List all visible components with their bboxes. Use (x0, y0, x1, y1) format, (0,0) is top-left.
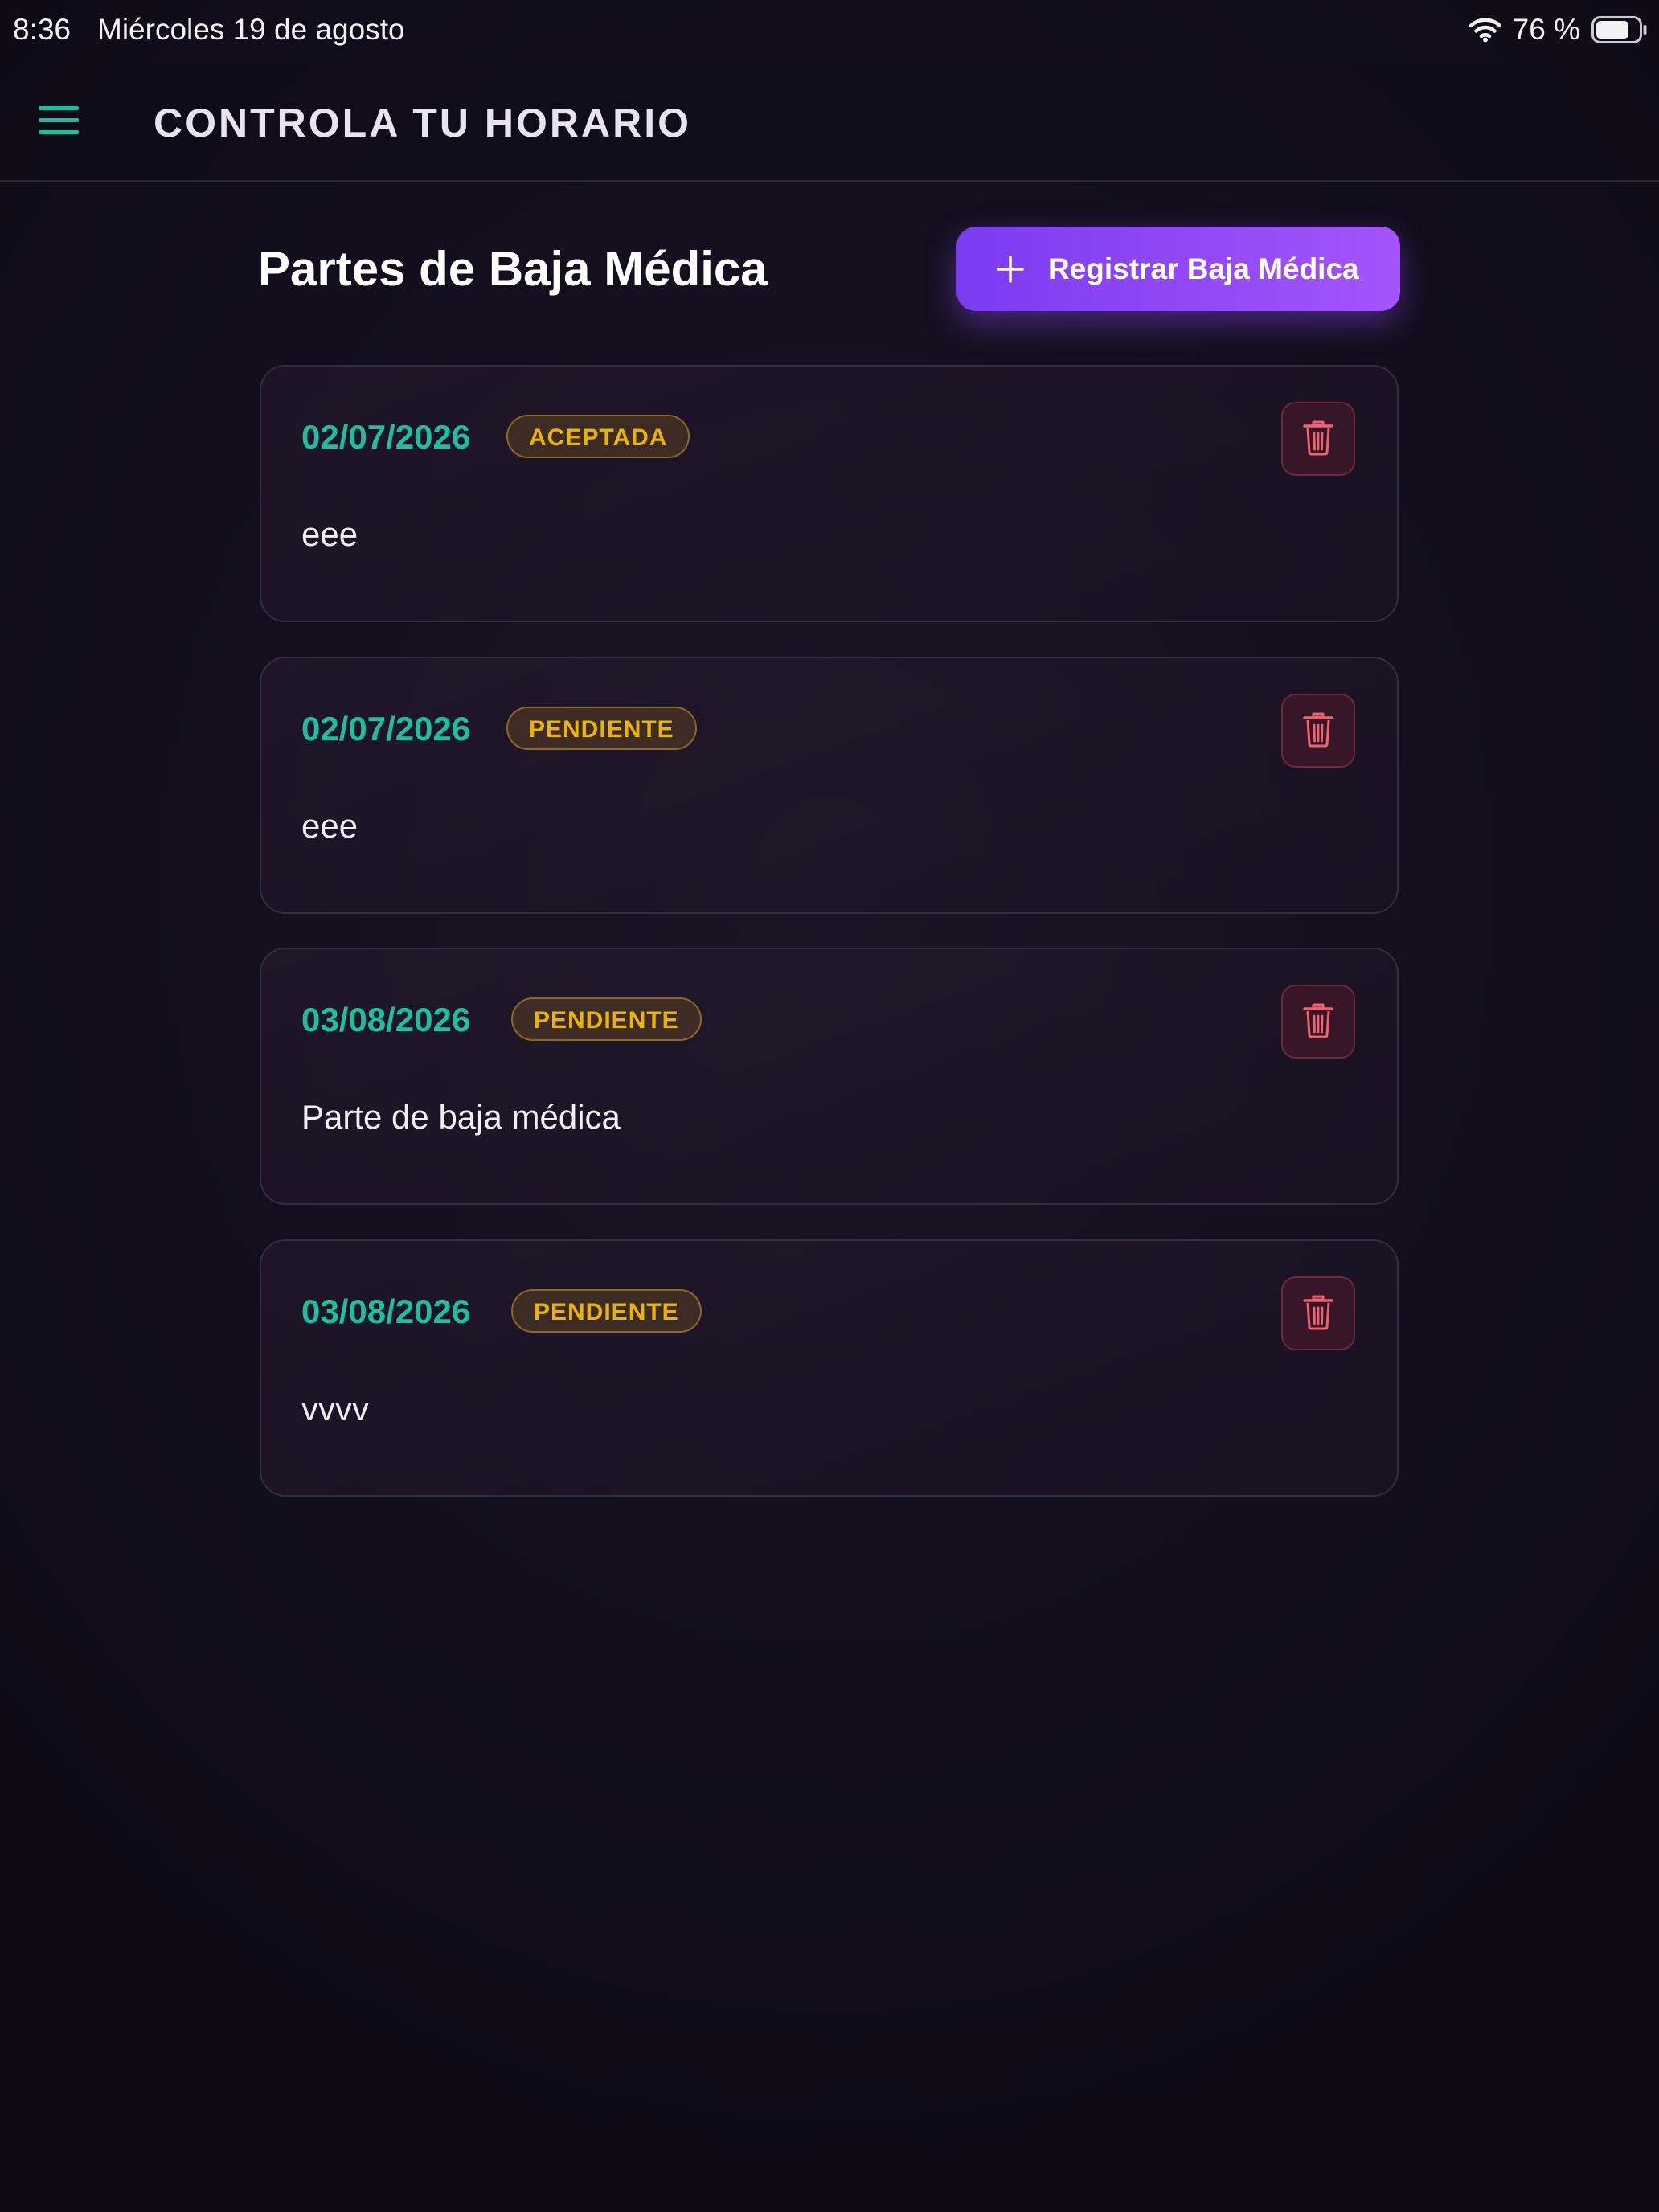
app-header: CONTROLA TU HORARIO (0, 64, 1659, 182)
status-badge: ACEPTADA (506, 415, 690, 458)
delete-button[interactable] (1281, 694, 1355, 768)
card-description: eee (301, 515, 358, 553)
app-title: CONTROLA TU HORARIO (154, 100, 691, 145)
trash-icon (1302, 419, 1334, 460)
sick-leave-card: 02/07/2026 PENDIENTE eee (260, 657, 1399, 914)
sick-leave-card: 03/08/2026 PENDIENTE vvvv (260, 1239, 1399, 1497)
trash-icon (1302, 1002, 1334, 1043)
status-badge: PENDIENTE (511, 1289, 702, 1333)
card-description: Parte de baja médica (301, 1098, 621, 1136)
delete-button[interactable] (1281, 402, 1355, 476)
card-date: 03/08/2026 (301, 1001, 471, 1038)
status-indicators: 76 % (1469, 13, 1648, 47)
status-bar: 8:36 Miércoles 19 de agosto 76 % (0, 0, 1659, 64)
status-time: 8:36 (13, 13, 72, 46)
card-date: 02/07/2026 (301, 418, 471, 456)
card-description: eee (301, 807, 358, 845)
plus-icon (997, 255, 1024, 283)
card-date: 02/07/2026 (301, 710, 471, 748)
sick-leave-card: 03/08/2026 PENDIENTE Parte de baja médic… (260, 948, 1399, 1205)
delete-button[interactable] (1281, 985, 1355, 1059)
hamburger-menu-icon[interactable] (39, 106, 82, 138)
sick-leave-card: 02/07/2026 ACEPTADA eee (260, 365, 1399, 622)
wifi-icon (1469, 17, 1501, 43)
card-date: 03/08/2026 (301, 1292, 471, 1330)
register-sick-leave-button[interactable]: Registrar Baja Médica (956, 227, 1400, 311)
delete-button[interactable] (1281, 1276, 1355, 1350)
trash-icon (1302, 1293, 1334, 1334)
card-description: vvvv (301, 1390, 369, 1428)
status-date: Miércoles 19 de agosto (97, 13, 405, 46)
page-title: Partes de Baja Médica (258, 242, 768, 296)
battery-icon (1591, 16, 1648, 43)
status-badge: PENDIENTE (506, 707, 697, 750)
register-button-label: Registrar Baja Médica (1048, 252, 1359, 285)
battery-percentage: 76 % (1512, 13, 1580, 46)
trash-icon (1302, 711, 1334, 752)
status-badge: PENDIENTE (511, 997, 702, 1041)
